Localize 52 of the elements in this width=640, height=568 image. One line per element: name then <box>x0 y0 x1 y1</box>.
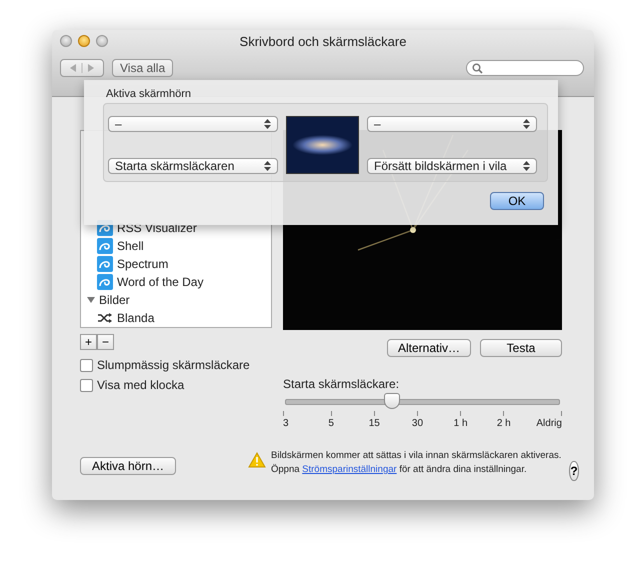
disclosure-triangle-icon[interactable] <box>87 296 95 304</box>
swirl-icon <box>97 274 113 290</box>
up-down-arrows-icon <box>264 119 271 129</box>
tick-label: 30 <box>412 418 424 429</box>
list-edit-button[interactable]: + <box>80 334 97 350</box>
minimize-button[interactable] <box>78 35 90 47</box>
warning-text: Bildskärmen kommer att sättas i vila innan skärmsläckaren aktiveras. <box>271 449 562 463</box>
tick-label: 1 h <box>454 418 468 429</box>
shuffle-icon <box>97 312 113 324</box>
list-item[interactable]: RSS Visualizer <box>117 221 197 235</box>
corner-dropdown[interactable]: Starta skärmsläckaren <box>108 158 278 174</box>
up-down-arrows-icon <box>264 161 271 171</box>
checkbox-label: Visa med klocka <box>97 378 184 392</box>
checkbox[interactable] <box>80 358 93 372</box>
ok-button[interactable]: OK <box>490 192 544 210</box>
up-down-arrows-icon <box>523 161 530 171</box>
list-item[interactable]: Bilder <box>99 293 130 307</box>
corner-dropdown[interactable]: – <box>108 116 278 132</box>
tick-label: 15 <box>368 418 380 429</box>
up-down-arrows-icon <box>523 119 530 129</box>
back-forward-control[interactable] <box>60 59 104 77</box>
list-item[interactable]: Shell <box>117 239 144 253</box>
preview-action-button[interactable]: Testa <box>480 339 562 357</box>
search-field[interactable] <box>466 60 584 76</box>
preview-action-button[interactable]: Alternativ… <box>386 339 471 357</box>
hot-corners-button[interactable]: Aktiva hörn… <box>80 457 176 475</box>
tick-label: 5 <box>328 418 334 429</box>
zoom-button[interactable] <box>96 35 108 47</box>
tick-label: 2 h <box>496 418 511 429</box>
list-item[interactable]: Blanda <box>117 311 154 325</box>
window-title: Skrivbord och skärmsläckare <box>238 34 408 48</box>
warning-icon <box>248 452 266 468</box>
warning-text: Öppna Strömsparinställningar för att ändra dina inställningar. <box>271 463 528 477</box>
search-icon <box>472 62 483 74</box>
sheet-title: Aktiva skärmhörn <box>106 88 192 100</box>
corner-dropdown[interactable]: Försätt bildskärmen i vila <box>367 158 537 174</box>
tick-label: Aldrig <box>536 418 562 429</box>
swirl-icon <box>97 256 113 272</box>
close-button[interactable] <box>60 35 72 47</box>
list-item[interactable]: Spectrum <box>117 257 168 271</box>
slider-label: Starta skärmsläckare: <box>283 377 400 391</box>
list-item[interactable]: Word of the Day <box>117 275 204 289</box>
energy-saver-link[interactable]: Strömsparinställningar <box>302 464 397 475</box>
swirl-icon <box>97 238 113 254</box>
tick-label: 3 <box>283 418 289 429</box>
slider-thumb[interactable] <box>384 393 400 409</box>
checkbox-label: Slumpmässig skärmsläckare <box>97 358 250 372</box>
show-all-button[interactable]: Visa alla <box>112 59 174 77</box>
checkbox[interactable] <box>80 378 93 392</box>
list-edit-button[interactable]: − <box>97 334 114 350</box>
corner-dropdown[interactable]: – <box>367 116 537 132</box>
help-button[interactable]: ? <box>569 461 579 481</box>
